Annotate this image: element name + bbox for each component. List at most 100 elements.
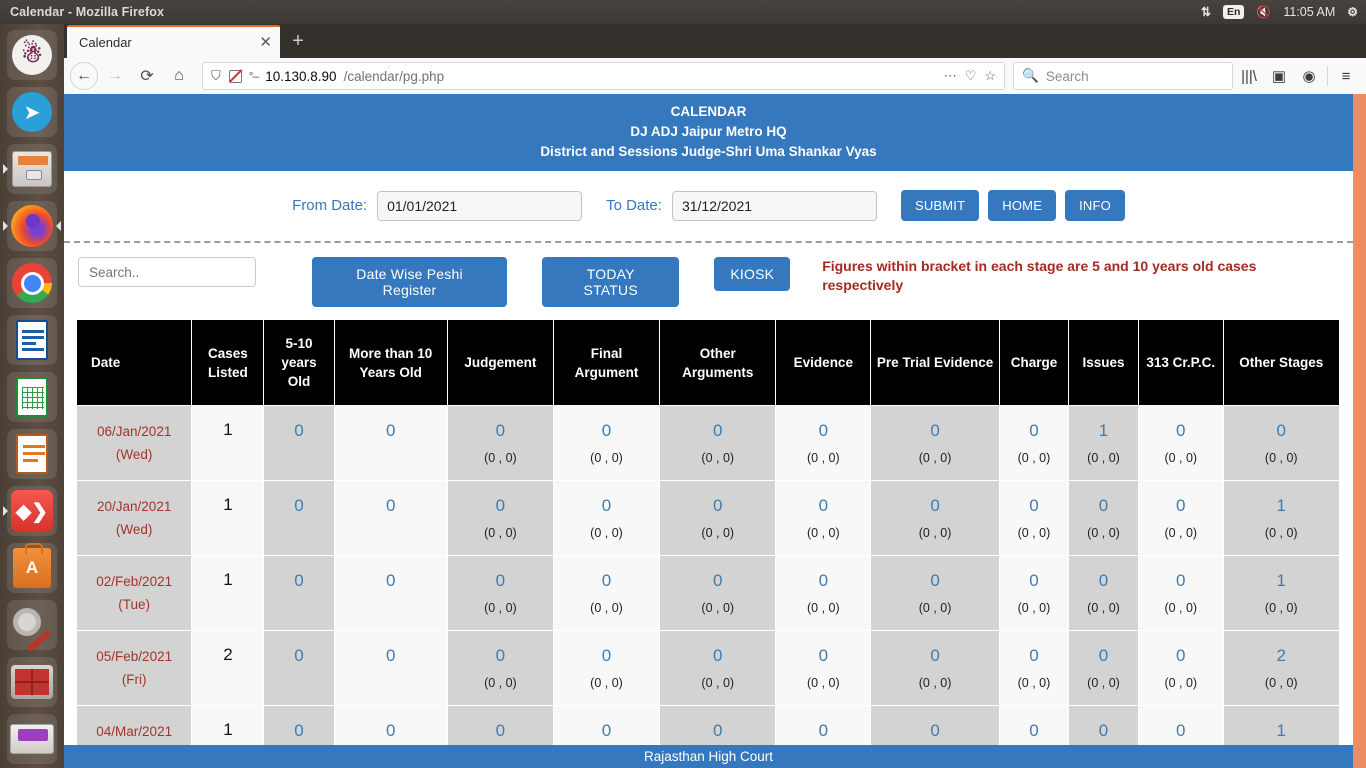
table-row[interactable]: 20/Jan/2021 (Wed) 1 0 0 0 (0 , 0) 0 (0 , 0) 0 (0 ,… xyxy=(75,480,1340,556)
row-other-stages[interactable]: 0 (0 , 0) xyxy=(1222,405,1340,481)
library-icon[interactable]: |||\ xyxy=(1235,62,1263,90)
volume-muted-icon[interactable]: 🔇 xyxy=(1256,6,1271,18)
row-judgement[interactable]: 0 (0 , 0) xyxy=(446,555,554,631)
row-more-than-10-years-old[interactable]: 0 xyxy=(333,555,448,631)
row-evidence[interactable]: 0 (0 , 0) xyxy=(775,405,872,481)
launcher-item-ubuntu-software-icon[interactable]: A xyxy=(7,543,57,593)
column-header-5-10-years-old[interactable]: 5-10 years Old xyxy=(263,319,335,406)
table-search-input[interactable] xyxy=(78,257,256,287)
page-actions-icon[interactable]: ⋯ xyxy=(944,68,957,84)
row-final-argument[interactable]: 0 (0 , 0) xyxy=(552,405,661,481)
address-bar[interactable]: ⛉ °– 10.130.8.90/calendar/pg.php ⋯ ♡ ☆ xyxy=(202,62,1005,90)
row-more-than-10-years-old[interactable]: 0 xyxy=(333,405,448,481)
cell-value[interactable]: 0 xyxy=(875,645,995,666)
row-other-stages[interactable]: 2 (0 , 0) xyxy=(1222,630,1340,706)
cell-value[interactable]: 0 xyxy=(664,495,771,516)
row-pre-trial-evidence[interactable]: 0 (0 , 0) xyxy=(870,405,1000,481)
row-judgement[interactable]: 0 (0 , 0) xyxy=(446,405,554,481)
forward-button[interactable]: → xyxy=(100,62,130,90)
sidebar-icon[interactable]: ▣ xyxy=(1265,62,1293,90)
row-charge[interactable]: 0 (0 , 0) xyxy=(998,480,1069,556)
cell-value[interactable]: 0 xyxy=(452,645,549,666)
table-row[interactable]: 05/Feb/2021 (Fri) 2 0 0 0 (0 , 0) 0 (0 , 0) 0 (0 ,… xyxy=(75,630,1340,706)
system-settings-icon[interactable]: ⚙ xyxy=(1347,6,1358,18)
column-header-cases-listed[interactable]: Cases Listed xyxy=(191,319,265,406)
cell-value[interactable]: 0 xyxy=(1073,645,1134,666)
cell-value[interactable]: 0 xyxy=(1143,495,1218,516)
row-5-10-years-old[interactable]: 0 xyxy=(263,555,335,631)
cell-value[interactable]: 0 xyxy=(452,720,549,741)
cell-value[interactable]: 0 xyxy=(1004,495,1064,516)
launcher-item-firefox-icon[interactable] xyxy=(3,201,61,251)
cell-value[interactable]: 0 xyxy=(339,420,443,441)
network-updown-icon[interactable]: ⇅ xyxy=(1201,6,1211,18)
cell-value[interactable]: 1 xyxy=(1228,495,1336,516)
column-header-more-than-10-years-old[interactable]: More than 10 Years Old xyxy=(333,319,448,406)
launcher-item-screens-icon[interactable] xyxy=(7,657,57,707)
bookmark-star-icon[interactable]: ☆ xyxy=(984,68,996,84)
account-icon[interactable]: ◉ xyxy=(1295,62,1323,90)
cell-value[interactable]: 1 xyxy=(1228,720,1336,741)
row-pre-trial-evidence[interactable]: 0 (0 , 0) xyxy=(870,480,1000,556)
row-charge[interactable]: 0 (0 , 0) xyxy=(998,630,1069,706)
cell-value[interactable]: 0 xyxy=(558,720,655,741)
row-313-crpc[interactable]: 0 (0 , 0) xyxy=(1138,555,1224,631)
to-date-input[interactable] xyxy=(671,190,877,221)
cell-value[interactable]: 0 xyxy=(664,720,771,741)
row-5-10-years-old[interactable]: 0 xyxy=(263,630,335,706)
table-row[interactable]: 02/Feb/2021 (Tue) 1 0 0 0 (0 , 0) 0 (0 , 0) 0 (0 ,… xyxy=(75,555,1340,631)
row-other-stages[interactable]: 1 (0 , 0) xyxy=(1222,480,1340,556)
close-icon[interactable]: ✕ xyxy=(259,35,272,50)
row-issues[interactable]: 1 (0 , 0) xyxy=(1067,405,1140,481)
cell-value[interactable]: 1 xyxy=(1073,420,1134,441)
cell-value[interactable]: 0 xyxy=(780,645,866,666)
row-final-argument[interactable]: 0 (0 , 0) xyxy=(552,630,661,706)
keyboard-layout-indicator[interactable]: En xyxy=(1222,5,1245,19)
new-tab-button[interactable]: + xyxy=(280,25,316,58)
blocked-cookie-icon[interactable] xyxy=(228,69,242,83)
back-button[interactable]: ← xyxy=(70,62,98,90)
reload-button[interactable]: ⟳ xyxy=(132,62,162,90)
row-evidence[interactable]: 0 (0 , 0) xyxy=(775,555,872,631)
launcher-item-files-icon[interactable] xyxy=(3,144,57,194)
home-button[interactable]: ⌂ xyxy=(164,62,194,90)
row-final-argument[interactable]: 0 (0 , 0) xyxy=(552,480,661,556)
cell-value[interactable]: 0 xyxy=(268,420,329,441)
home-button[interactable]: HOME xyxy=(988,190,1057,221)
cell-value[interactable]: 0 xyxy=(1004,420,1064,441)
today-status-button[interactable]: TODAY STATUS xyxy=(542,257,680,307)
cell-value[interactable]: 0 xyxy=(339,645,443,666)
cell-value[interactable]: 0 xyxy=(1004,720,1064,741)
column-header-evidence[interactable]: Evidence xyxy=(775,319,872,406)
row-other-arguments[interactable]: 0 (0 , 0) xyxy=(659,405,777,481)
submit-button[interactable]: SUBMIT xyxy=(900,190,980,221)
cell-value[interactable]: 0 xyxy=(1143,720,1218,741)
launcher-item-scanner-icon[interactable] xyxy=(7,714,57,764)
cell-value[interactable]: 0 xyxy=(1073,570,1134,591)
page-scrollbar-track[interactable] xyxy=(1353,94,1366,768)
column-header-judgement[interactable]: Judgement xyxy=(446,319,554,406)
row-charge[interactable]: 0 (0 , 0) xyxy=(998,555,1069,631)
row-other-arguments[interactable]: 0 (0 , 0) xyxy=(659,480,777,556)
cell-value[interactable]: 0 xyxy=(1228,420,1336,441)
row-313-crpc[interactable]: 0 (0 , 0) xyxy=(1138,480,1224,556)
row-issues[interactable]: 0 (0 , 0) xyxy=(1067,480,1140,556)
row-other-arguments[interactable]: 0 (0 , 0) xyxy=(659,630,777,706)
launcher-item-libreoffice-calc-icon[interactable] xyxy=(7,372,57,422)
column-header-other-stages[interactable]: Other Stages xyxy=(1222,319,1340,406)
cell-value[interactable]: 0 xyxy=(1143,420,1218,441)
row-pre-trial-evidence[interactable]: 0 (0 , 0) xyxy=(870,555,1000,631)
cell-value[interactable]: 0 xyxy=(452,495,549,516)
cell-value[interactable]: 0 xyxy=(558,495,655,516)
cell-value[interactable]: 0 xyxy=(339,495,443,516)
row-charge[interactable]: 0 (0 , 0) xyxy=(998,405,1069,481)
cell-value[interactable]: 0 xyxy=(875,720,995,741)
cell-value[interactable]: 0 xyxy=(1073,495,1134,516)
launcher-item-system-settings-icon[interactable] xyxy=(7,600,57,653)
row-evidence[interactable]: 0 (0 , 0) xyxy=(775,480,872,556)
row-final-argument[interactable]: 0 (0 , 0) xyxy=(552,555,661,631)
cell-value[interactable]: 0 xyxy=(664,645,771,666)
row-judgement[interactable]: 0 (0 , 0) xyxy=(446,630,554,706)
pocket-icon[interactable]: ♡ xyxy=(965,68,977,84)
cell-value[interactable]: 0 xyxy=(558,570,655,591)
